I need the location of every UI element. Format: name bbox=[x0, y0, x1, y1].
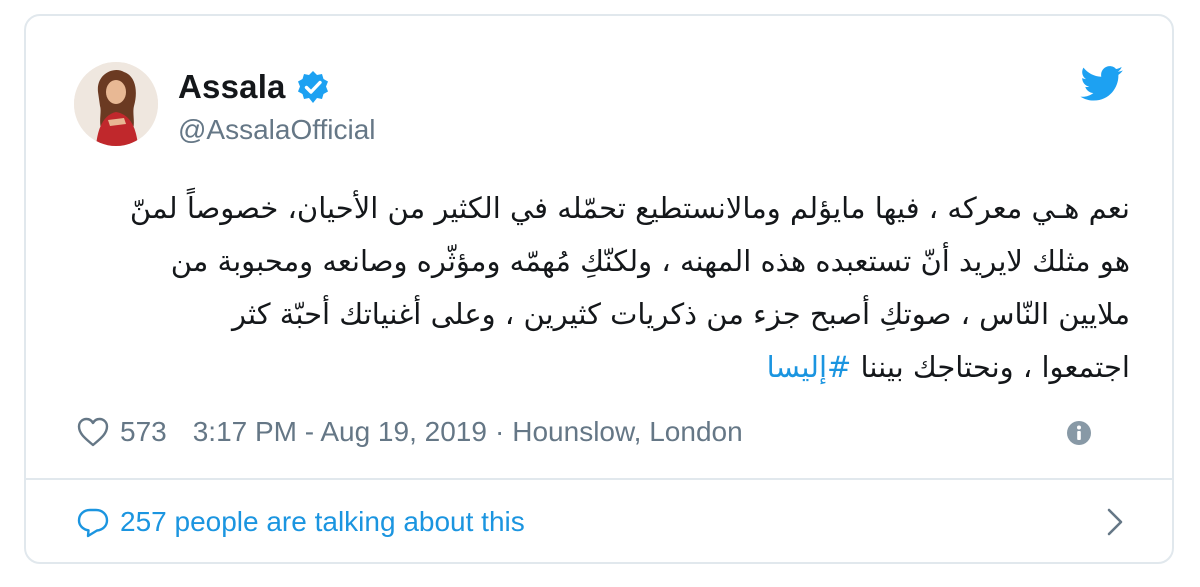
info-icon[interactable] bbox=[1066, 420, 1092, 446]
heart-icon[interactable] bbox=[76, 416, 110, 448]
tweet-text-line: ملايين النّاس ، صوتكِ أصبح جزء من ذكريات… bbox=[232, 297, 1130, 331]
tweet-text: نعم هـي معركه ، فيها مايؤلم ومالانستطيع … bbox=[74, 182, 1130, 394]
verified-badge-icon bbox=[297, 71, 328, 103]
hashtag-link[interactable]: #إليسا bbox=[767, 350, 852, 384]
tweet-text-line-last: اجتمعوا ، ونحتاجك بيننا #إليسا bbox=[74, 341, 1130, 394]
author-name-row[interactable]: Assala bbox=[178, 68, 330, 106]
chevron-right-icon[interactable] bbox=[1104, 506, 1126, 538]
conversation-label[interactable]: 257 people are talking about this bbox=[120, 506, 525, 538]
tweet-meta-row: 573 3:17 PM - Aug 19, 2019 · Hounslow, L… bbox=[76, 412, 1126, 452]
avatar[interactable] bbox=[74, 62, 158, 146]
meta-separator: · bbox=[494, 416, 505, 447]
tweet-text-line: اجتمعوا ، ونحتاجك بيننا bbox=[860, 350, 1130, 384]
conversation-link[interactable]: 257 people are talking about this bbox=[76, 502, 1132, 542]
tweet-timestamp[interactable]: 3:17 PM - Aug 19, 2019 bbox=[193, 416, 487, 448]
author-handle[interactable]: @AssalaOfficial bbox=[178, 114, 376, 146]
like-count[interactable]: 573 bbox=[120, 416, 167, 448]
author-display-name[interactable]: Assala bbox=[178, 68, 286, 106]
tweet-location[interactable]: Hounslow, London bbox=[512, 416, 742, 448]
divider bbox=[26, 478, 1172, 480]
speech-bubble-icon bbox=[77, 508, 109, 538]
twitter-bird-icon[interactable] bbox=[1080, 66, 1124, 102]
tweet-embed-card: Assala @AssalaOfficial نعم هـي معركه ، ف… bbox=[24, 14, 1174, 564]
tweet-text-line: نعم هـي معركه ، فيها مايؤلم ومالانستطيع … bbox=[129, 191, 1130, 225]
tweet-text-line: هو مثلك لايريد أنّ تستعبده هذه المهنه ، … bbox=[170, 244, 1130, 278]
